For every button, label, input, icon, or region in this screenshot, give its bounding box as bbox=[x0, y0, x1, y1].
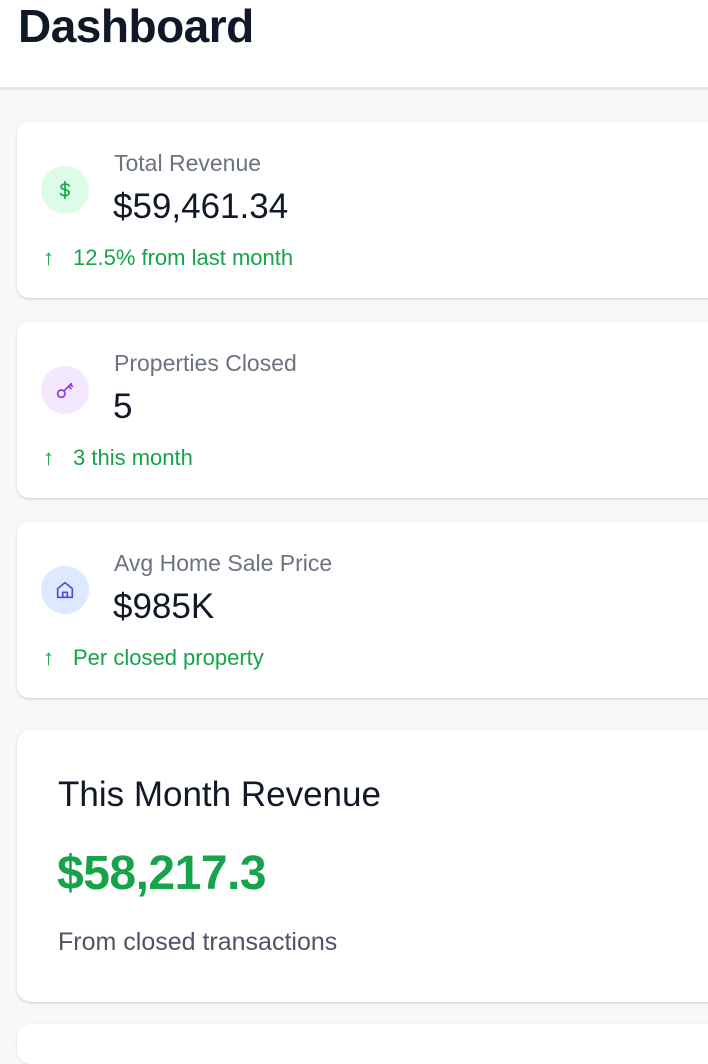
revenue-subtitle: From closed transactions bbox=[58, 928, 338, 956]
stat-value: $985K bbox=[113, 587, 215, 626]
stat-trend: ↑ 3 this month bbox=[43, 443, 193, 473]
revenue-card-title: This Month Revenue bbox=[58, 775, 381, 814]
stat-card-properties-closed[interactable]: Properties Closed 5 ↑ 3 this month bbox=[17, 322, 708, 498]
arrow-up-icon: ↑ bbox=[43, 645, 54, 670]
stat-label: Avg Home Sale Price bbox=[114, 550, 333, 576]
arrow-up-icon: ↑ bbox=[43, 245, 54, 270]
stat-label: Total Revenue bbox=[114, 150, 262, 176]
stat-trend: ↑ 12.5% from last month bbox=[43, 243, 293, 273]
stat-trend-text: 3 this month bbox=[73, 445, 193, 470]
month-revenue-card[interactable]: This Month Revenue $58,217.3 From closed… bbox=[17, 730, 708, 1002]
next-card bbox=[17, 1024, 708, 1064]
page-header: Dashboard bbox=[0, 0, 708, 90]
stat-trend-text: 12.5% from last month bbox=[73, 245, 294, 270]
stat-label: Properties Closed bbox=[114, 350, 297, 376]
revenue-amount: $58,217.3 bbox=[57, 847, 267, 900]
stat-value: $59,461.34 bbox=[113, 187, 289, 226]
page-title: Dashboard bbox=[18, 0, 254, 52]
stat-trend: ↑ Per closed property bbox=[43, 643, 264, 673]
stat-card-total-revenue[interactable]: Total Revenue $59,461.34 ↑ 12.5% from la… bbox=[17, 122, 708, 298]
dollar-icon bbox=[41, 166, 89, 214]
arrow-up-icon: ↑ bbox=[43, 445, 54, 470]
stat-card-avg-sale-price[interactable]: Avg Home Sale Price $985K ↑ Per closed p… bbox=[17, 522, 708, 698]
stat-value: 5 bbox=[113, 387, 133, 426]
stat-trend-text: Per closed property bbox=[73, 645, 264, 670]
key-icon bbox=[41, 366, 89, 414]
home-icon bbox=[41, 566, 89, 614]
